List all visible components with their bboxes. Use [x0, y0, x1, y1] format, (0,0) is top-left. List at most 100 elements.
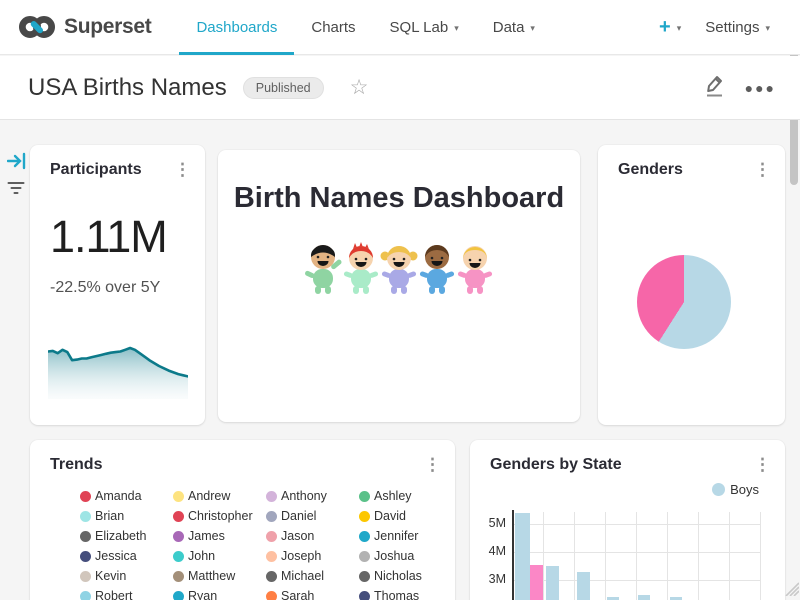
legend-name: Brian — [95, 509, 124, 523]
legend-item-matthew[interactable]: Matthew — [173, 566, 266, 586]
dashboard-header: USA Births Names Published ☆ ●●● — [0, 56, 800, 120]
legend-name: David — [374, 509, 406, 523]
gridline — [512, 524, 760, 525]
genders-by-state-card-title: Genders by State — [490, 456, 622, 474]
settings-caret-icon[interactable]: ▾ — [765, 23, 770, 34]
legend-name: Anthony — [281, 489, 327, 503]
legend-item-christopher[interactable]: Christopher — [173, 506, 266, 526]
nav-item-charts[interactable]: Charts — [294, 0, 372, 54]
boys-legend-label: Boys — [730, 482, 759, 497]
legend-dot-icon — [173, 591, 184, 600]
legend-item-jessica[interactable]: Jessica — [80, 546, 173, 566]
gridline — [760, 512, 761, 600]
legend-dot-icon — [266, 571, 277, 582]
genders-menu-icon[interactable]: ⋮ — [754, 161, 771, 178]
participants-sparkline-chart — [48, 333, 188, 399]
legend-dot-icon — [359, 591, 370, 600]
legend-name: Ashley — [374, 489, 412, 503]
legend-item-david[interactable]: David — [359, 506, 452, 526]
legend-dot-icon — [80, 491, 91, 502]
nav-item-label: Data — [493, 19, 525, 36]
favorite-star-icon[interactable]: ☆ — [350, 75, 369, 100]
gridline — [729, 512, 730, 600]
nav-item-label: SQL Lab — [390, 19, 449, 36]
legend-dot-icon — [80, 571, 91, 582]
bar-girls-1 — [530, 565, 543, 600]
boys-legend-item[interactable]: Boys — [712, 482, 759, 497]
legend-dot-icon — [359, 531, 370, 542]
legend-item-john[interactable]: John — [173, 546, 266, 566]
legend-item-ashley[interactable]: Ashley — [359, 486, 452, 506]
resize-handle-icon[interactable] — [782, 578, 799, 596]
genders-pie-chart — [637, 255, 731, 349]
chevron-down-icon: ▾ — [530, 23, 535, 34]
legend-item-robert[interactable]: Robert — [80, 586, 173, 600]
legend-name: Robert — [95, 589, 133, 600]
legend-item-james[interactable]: James — [173, 526, 266, 546]
legend-item-joshua[interactable]: Joshua — [359, 546, 452, 566]
legend-item-nicholas[interactable]: Nicholas — [359, 566, 452, 586]
legend-name: Christopher — [188, 509, 253, 523]
legend-item-thomas[interactable]: Thomas — [359, 586, 452, 600]
nav-right: + ▾ Settings ▾ — [659, 0, 800, 54]
legend-name: James — [188, 529, 225, 543]
legend-item-andrew[interactable]: Andrew — [173, 486, 266, 506]
y-axis-tick-label: 4M — [470, 544, 506, 558]
gridline — [605, 512, 606, 600]
y-axis-line — [512, 510, 514, 600]
legend-name: Sarah — [281, 589, 314, 600]
bar-boys-0 — [515, 513, 530, 600]
legend-name: Michael — [281, 569, 324, 583]
legend-item-anthony[interactable]: Anthony — [266, 486, 359, 506]
legend-name: Jessica — [95, 549, 137, 563]
legend-item-sarah[interactable]: Sarah — [266, 586, 359, 600]
bar-boys-3 — [577, 572, 590, 600]
edit-pencil-icon[interactable] — [703, 72, 727, 103]
brand-name: Superset — [64, 15, 151, 39]
participants-card: Participants ⋮ 1.11M -22.5% over 5Y — [30, 145, 205, 425]
superset-logo[interactable]: Superset — [0, 0, 151, 54]
gridline — [574, 512, 575, 600]
legend-item-elizabeth[interactable]: Elizabeth — [80, 526, 173, 546]
legend-item-kevin[interactable]: Kevin — [80, 566, 173, 586]
legend-item-ryan[interactable]: Ryan — [173, 586, 266, 600]
legend-name: Joseph — [281, 549, 321, 563]
dashboard-title: USA Births Names — [28, 74, 227, 102]
expand-filter-bar-icon[interactable] — [7, 151, 27, 176]
nav-item-data[interactable]: Data ▾ — [476, 0, 552, 54]
nav-item-dashboards[interactable]: Dashboards — [179, 0, 294, 54]
gridline — [512, 552, 760, 553]
genders-card-title: Genders — [618, 161, 683, 179]
legend-dot-icon — [173, 551, 184, 562]
new-item-button[interactable]: + — [659, 16, 671, 39]
more-menu-icon[interactable]: ●●● — [745, 80, 776, 96]
participants-card-header: Participants ⋮ — [50, 161, 191, 179]
nav-item-label: Charts — [311, 19, 355, 36]
trends-menu-icon[interactable]: ⋮ — [424, 456, 441, 473]
legend-item-amanda[interactable]: Amanda — [80, 486, 173, 506]
y-axis-tick-label: 5M — [470, 516, 506, 530]
legend-item-michael[interactable]: Michael — [266, 566, 359, 586]
legend-name: Joshua — [374, 549, 414, 563]
legend-item-jason[interactable]: Jason — [266, 526, 359, 546]
legend-item-daniel[interactable]: Daniel — [266, 506, 359, 526]
trends-card-title: Trends — [50, 456, 102, 474]
published-badge[interactable]: Published — [243, 77, 324, 99]
kids-illustration — [304, 242, 494, 296]
legend-item-jennifer[interactable]: Jennifer — [359, 526, 452, 546]
filter-icon[interactable] — [7, 180, 25, 201]
genders-by-state-menu-icon[interactable]: ⋮ — [754, 456, 771, 473]
legend-name: Ryan — [188, 589, 217, 600]
nav-item-sql-lab[interactable]: SQL Lab▾ — [373, 0, 476, 54]
gridline — [636, 512, 637, 600]
legend-item-brian[interactable]: Brian — [80, 506, 173, 526]
top-nav: Superset DashboardsChartsSQL Lab▾Data▾ +… — [0, 0, 800, 55]
legend-item-joseph[interactable]: Joseph — [266, 546, 359, 566]
new-item-caret-icon[interactable]: ▾ — [677, 23, 682, 34]
participants-subheader: -22.5% over 5Y — [50, 279, 160, 297]
legend-dot-icon — [266, 531, 277, 542]
participants-menu-icon[interactable]: ⋮ — [174, 161, 191, 178]
legend-name: Jason — [281, 529, 314, 543]
settings-menu[interactable]: Settings — [705, 19, 759, 36]
boys-legend-dot-icon — [712, 483, 725, 496]
